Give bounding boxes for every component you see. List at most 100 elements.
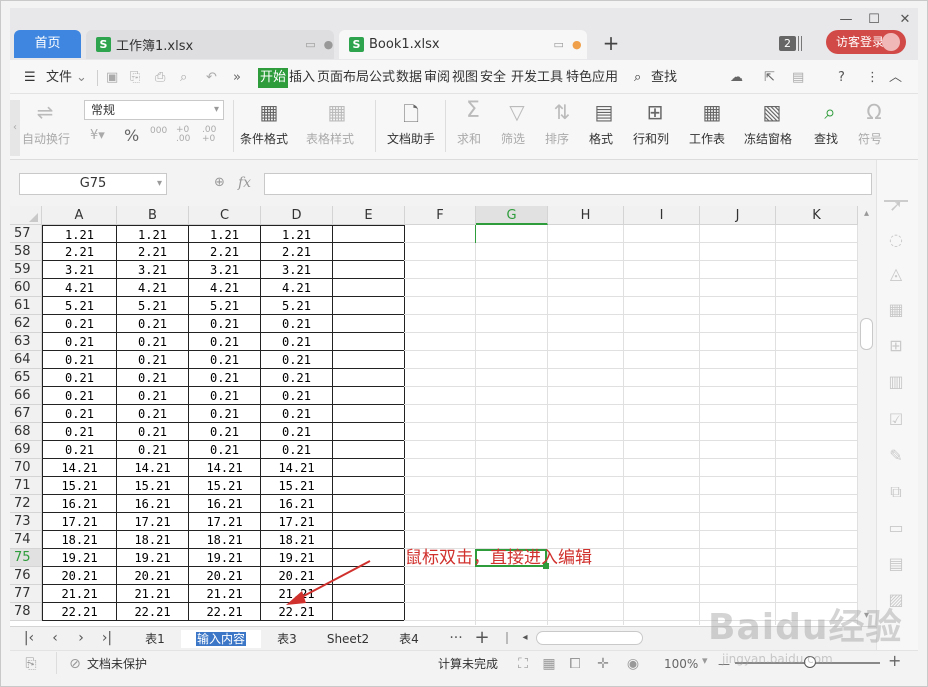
- menu-tab-security[interactable]: 安全: [480, 68, 506, 88]
- table-cell[interactable]: 0.21: [117, 315, 189, 333]
- row-header[interactable]: 62: [10, 315, 42, 333]
- menu-tab-review[interactable]: 审阅: [424, 68, 450, 88]
- table-style-button[interactable]: 表格样式: [306, 130, 354, 147]
- table-cell-empty[interactable]: [333, 279, 405, 297]
- shapes-icon[interactable]: ◌: [886, 230, 906, 250]
- table-cell[interactable]: 0.21: [189, 369, 261, 387]
- table-cell[interactable]: 3.21: [261, 261, 333, 279]
- vertical-scroll-thumb[interactable]: [860, 318, 873, 350]
- output-icon[interactable]: ⎘: [130, 68, 140, 88]
- monitor-icon[interactable]: ▭: [554, 38, 564, 51]
- row-header[interactable]: 65: [10, 369, 42, 387]
- menu-tab-home[interactable]: 开始: [258, 68, 289, 88]
- currency-icon[interactable]: ¥▾: [90, 128, 105, 143]
- save-icon[interactable]: ▣: [106, 68, 118, 88]
- table-cell[interactable]: 20.21: [189, 567, 261, 585]
- sheet-tab-active[interactable]: 输入内容: [181, 630, 261, 648]
- row-header[interactable]: 74: [10, 531, 42, 549]
- table-cell[interactable]: 0.21: [42, 405, 117, 423]
- tab-dot-icon[interactable]: ●: [324, 38, 334, 51]
- symbol-button[interactable]: 符号: [858, 130, 882, 147]
- table-cell[interactable]: 0.21: [261, 315, 333, 333]
- fullscreen-icon[interactable]: ⛶: [514, 655, 532, 673]
- undo-icon[interactable]: ↶: [206, 68, 217, 88]
- column-header-c[interactable]: C: [189, 206, 261, 225]
- reading-mode-icon[interactable]: ✛: [594, 655, 612, 673]
- table-cell-empty[interactable]: [333, 477, 405, 495]
- chevron-down-icon[interactable]: ▾: [702, 654, 708, 667]
- select-all-corner[interactable]: [10, 206, 42, 225]
- table-cell-empty[interactable]: [333, 261, 405, 279]
- table-cell[interactable]: 22.21: [42, 603, 117, 621]
- doc-tab-workbook1[interactable]: S 工作簿1.xlsx ▭ ●: [86, 30, 334, 59]
- normal-view-icon[interactable]: ▦: [540, 655, 558, 673]
- menu-tab-data[interactable]: 数据: [396, 68, 422, 88]
- table-cell[interactable]: 0.21: [117, 351, 189, 369]
- table-cell[interactable]: 0.21: [189, 333, 261, 351]
- table-cell[interactable]: 1.21: [42, 225, 117, 243]
- row-header[interactable]: 78: [10, 603, 42, 621]
- table-cell[interactable]: 0.21: [189, 423, 261, 441]
- collapse-ribbon-icon[interactable]: ︿: [889, 68, 902, 88]
- protection-status[interactable]: 文档未保护: [87, 656, 147, 672]
- table-cell[interactable]: 17.21: [189, 513, 261, 531]
- menu-tab-special[interactable]: 特色应用: [566, 68, 618, 88]
- menu-tab-insert[interactable]: 插入: [289, 68, 315, 88]
- sort-button[interactable]: 排序: [545, 130, 569, 147]
- table-cell[interactable]: 21.21: [117, 585, 189, 603]
- home-tab[interactable]: 首页: [14, 30, 81, 58]
- column-header-i[interactable]: I: [624, 206, 700, 225]
- menu-tab-page-layout[interactable]: 页面布局: [317, 68, 369, 88]
- table-cell[interactable]: 0.21: [42, 369, 117, 387]
- table-cell[interactable]: 22.21: [189, 603, 261, 621]
- table-cell[interactable]: 17.21: [42, 513, 117, 531]
- table-cell[interactable]: 18.21: [189, 531, 261, 549]
- fill-color-icon[interactable]: ◬: [886, 264, 906, 284]
- copy-icon[interactable]: ⧉: [886, 482, 906, 502]
- table-cell[interactable]: 14.21: [42, 459, 117, 477]
- file-menu[interactable]: 文件: [46, 68, 72, 88]
- row-header[interactable]: 75: [10, 549, 42, 567]
- table-cell-empty[interactable]: [333, 459, 405, 477]
- table-cell[interactable]: 19.21: [189, 549, 261, 567]
- add-sheet-button[interactable]: +: [474, 629, 490, 647]
- more-icon[interactable]: »: [233, 68, 241, 88]
- table-cell[interactable]: 22.21: [117, 603, 189, 621]
- login-button[interactable]: 访客登录: [826, 30, 906, 54]
- row-header[interactable]: 64: [10, 351, 42, 369]
- row-header[interactable]: 71: [10, 477, 42, 495]
- share-icon[interactable]: ⇱: [764, 68, 775, 88]
- table-cell[interactable]: 21.21: [42, 585, 117, 603]
- minimize-icon[interactable]: —: [838, 12, 854, 28]
- thousands-button[interactable]: 000: [150, 126, 167, 136]
- table-cell[interactable]: 0.21: [42, 351, 117, 369]
- table-cell[interactable]: 0.21: [261, 369, 333, 387]
- column-header-b[interactable]: B: [117, 206, 189, 225]
- table-cell[interactable]: 15.21: [189, 477, 261, 495]
- table-cell-empty[interactable]: [333, 333, 405, 351]
- sheet-tab-3[interactable]: 表3: [262, 630, 312, 648]
- row-header[interactable]: 69: [10, 441, 42, 459]
- table-cell-empty[interactable]: [333, 297, 405, 315]
- table-cell[interactable]: 0.21: [189, 441, 261, 459]
- vertical-scrollbar[interactable]: [858, 206, 876, 626]
- zoom-level[interactable]: 100%: [664, 656, 698, 672]
- sheet-tab-4[interactable]: 表4: [384, 630, 434, 648]
- preview-icon[interactable]: ⌕: [180, 68, 187, 88]
- filter-button[interactable]: 筛选: [501, 130, 525, 147]
- table-cell-empty[interactable]: [333, 405, 405, 423]
- table-cell[interactable]: 16.21: [261, 495, 333, 513]
- table-cell[interactable]: 17.21: [117, 513, 189, 531]
- table-cell-empty[interactable]: [333, 225, 405, 243]
- table-cell-empty[interactable]: [333, 495, 405, 513]
- column-header-k[interactable]: K: [776, 206, 858, 225]
- table-cell[interactable]: 20.21: [42, 567, 117, 585]
- row-col-button[interactable]: 行和列: [633, 130, 669, 147]
- zoom-icon[interactable]: ⊕: [214, 175, 225, 190]
- row-header[interactable]: 77: [10, 585, 42, 603]
- history-icon[interactable]: ▤: [792, 68, 804, 88]
- table-cell[interactable]: 14.21: [261, 459, 333, 477]
- monitor-icon[interactable]: ▭: [305, 38, 315, 51]
- zoom-in-button[interactable]: +: [888, 653, 901, 669]
- table-cell[interactable]: 1.21: [189, 225, 261, 243]
